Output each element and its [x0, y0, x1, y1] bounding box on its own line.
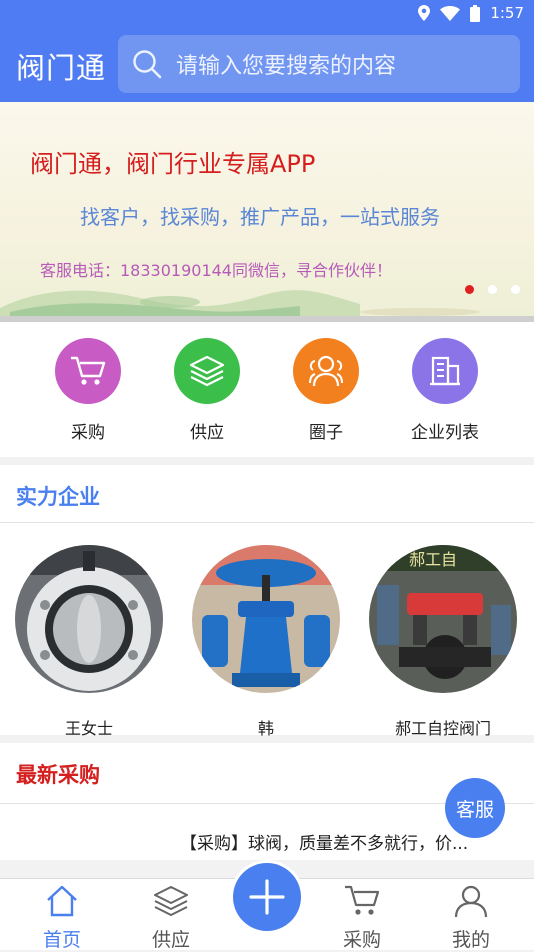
- banner-dot[interactable]: [488, 285, 497, 294]
- category-grid: 采购 供应 圈子 企业列表: [0, 322, 534, 457]
- search-input[interactable]: 请输入您要搜索的内容: [118, 35, 520, 93]
- strong-companies-section: 实力企业 王女士 韩 郝工自 郝工自控阀门: [0, 465, 534, 738]
- group-icon: [293, 338, 359, 404]
- company-card[interactable]: 王女士: [14, 545, 164, 739]
- banner-ink-painting: [0, 290, 480, 316]
- layers-icon: [174, 338, 240, 404]
- category-circle[interactable]: 圈子: [276, 338, 376, 443]
- purchase-list-item[interactable]: 【采购】球阀，质量差不多就行，价...: [180, 829, 468, 854]
- home-icon: [47, 885, 77, 917]
- banner-headline: 阀门通，阀门行业专属APP: [30, 150, 316, 178]
- app-header: 阀门通 请输入您要搜索的内容: [0, 28, 534, 102]
- company-card[interactable]: 韩: [191, 545, 341, 739]
- category-purchase[interactable]: 采购: [38, 338, 138, 443]
- company-name: 韩: [257, 719, 274, 738]
- tab-supply[interactable]: 供应: [131, 883, 211, 952]
- tab-mine[interactable]: 我的: [431, 883, 511, 952]
- category-company-list[interactable]: 企业列表: [395, 338, 495, 443]
- app-title: 阀门通: [16, 51, 107, 85]
- company-photo: [15, 545, 163, 693]
- layers-icon: [154, 886, 188, 917]
- banner-subline: 找客户，找采购，推广产品，一站式服务: [80, 205, 440, 229]
- search-placeholder: 请输入您要搜索的内容: [176, 54, 397, 79]
- banner-dot[interactable]: [511, 285, 520, 294]
- category-label: 企业列表: [411, 423, 479, 443]
- tab-label: 首页: [42, 929, 81, 951]
- wifi-icon: [440, 5, 461, 21]
- publish-button[interactable]: [233, 863, 301, 931]
- company-card[interactable]: 郝工自 郝工自控阀门: [368, 545, 518, 739]
- customer-service-button[interactable]: 客服: [445, 778, 505, 838]
- building-icon: [412, 338, 478, 404]
- svg-text:郝工自: 郝工自: [409, 550, 457, 569]
- category-label: 供应: [190, 423, 224, 443]
- section-title: 实力企业: [16, 485, 100, 509]
- tab-label: 我的: [451, 929, 490, 951]
- section-divider: [0, 522, 534, 523]
- tab-label: 供应: [151, 929, 190, 951]
- tab-label: 采购: [342, 929, 381, 951]
- company-name: 郝工自控阀门: [394, 719, 491, 738]
- company-photo: [192, 545, 340, 693]
- promo-banner[interactable]: 阀门通，阀门行业专属APP 找客户，找采购，推广产品，一站式服务 客服电话：18…: [0, 102, 534, 316]
- status-bar: 1:57: [0, 0, 534, 28]
- category-label: 采购: [71, 423, 105, 443]
- category-label: 圈子: [309, 423, 343, 443]
- category-supply[interactable]: 供应: [157, 338, 257, 443]
- company-name: 王女士: [64, 719, 113, 738]
- banner-pagination: [465, 285, 520, 294]
- plus-icon: [249, 879, 285, 915]
- cart-icon: [55, 338, 121, 404]
- search-icon: [133, 50, 162, 79]
- tab-home[interactable]: 首页: [22, 883, 102, 952]
- cart-icon: [345, 885, 380, 915]
- banner-dot[interactable]: [465, 285, 474, 294]
- tab-purchase[interactable]: 采购: [322, 883, 402, 952]
- status-time: 1:57: [490, 4, 524, 22]
- battery-icon: [470, 4, 481, 22]
- location-icon: [418, 5, 431, 21]
- user-icon: [454, 885, 488, 918]
- section-title: 最新采购: [16, 763, 100, 787]
- company-photo: 郝工自: [369, 545, 517, 693]
